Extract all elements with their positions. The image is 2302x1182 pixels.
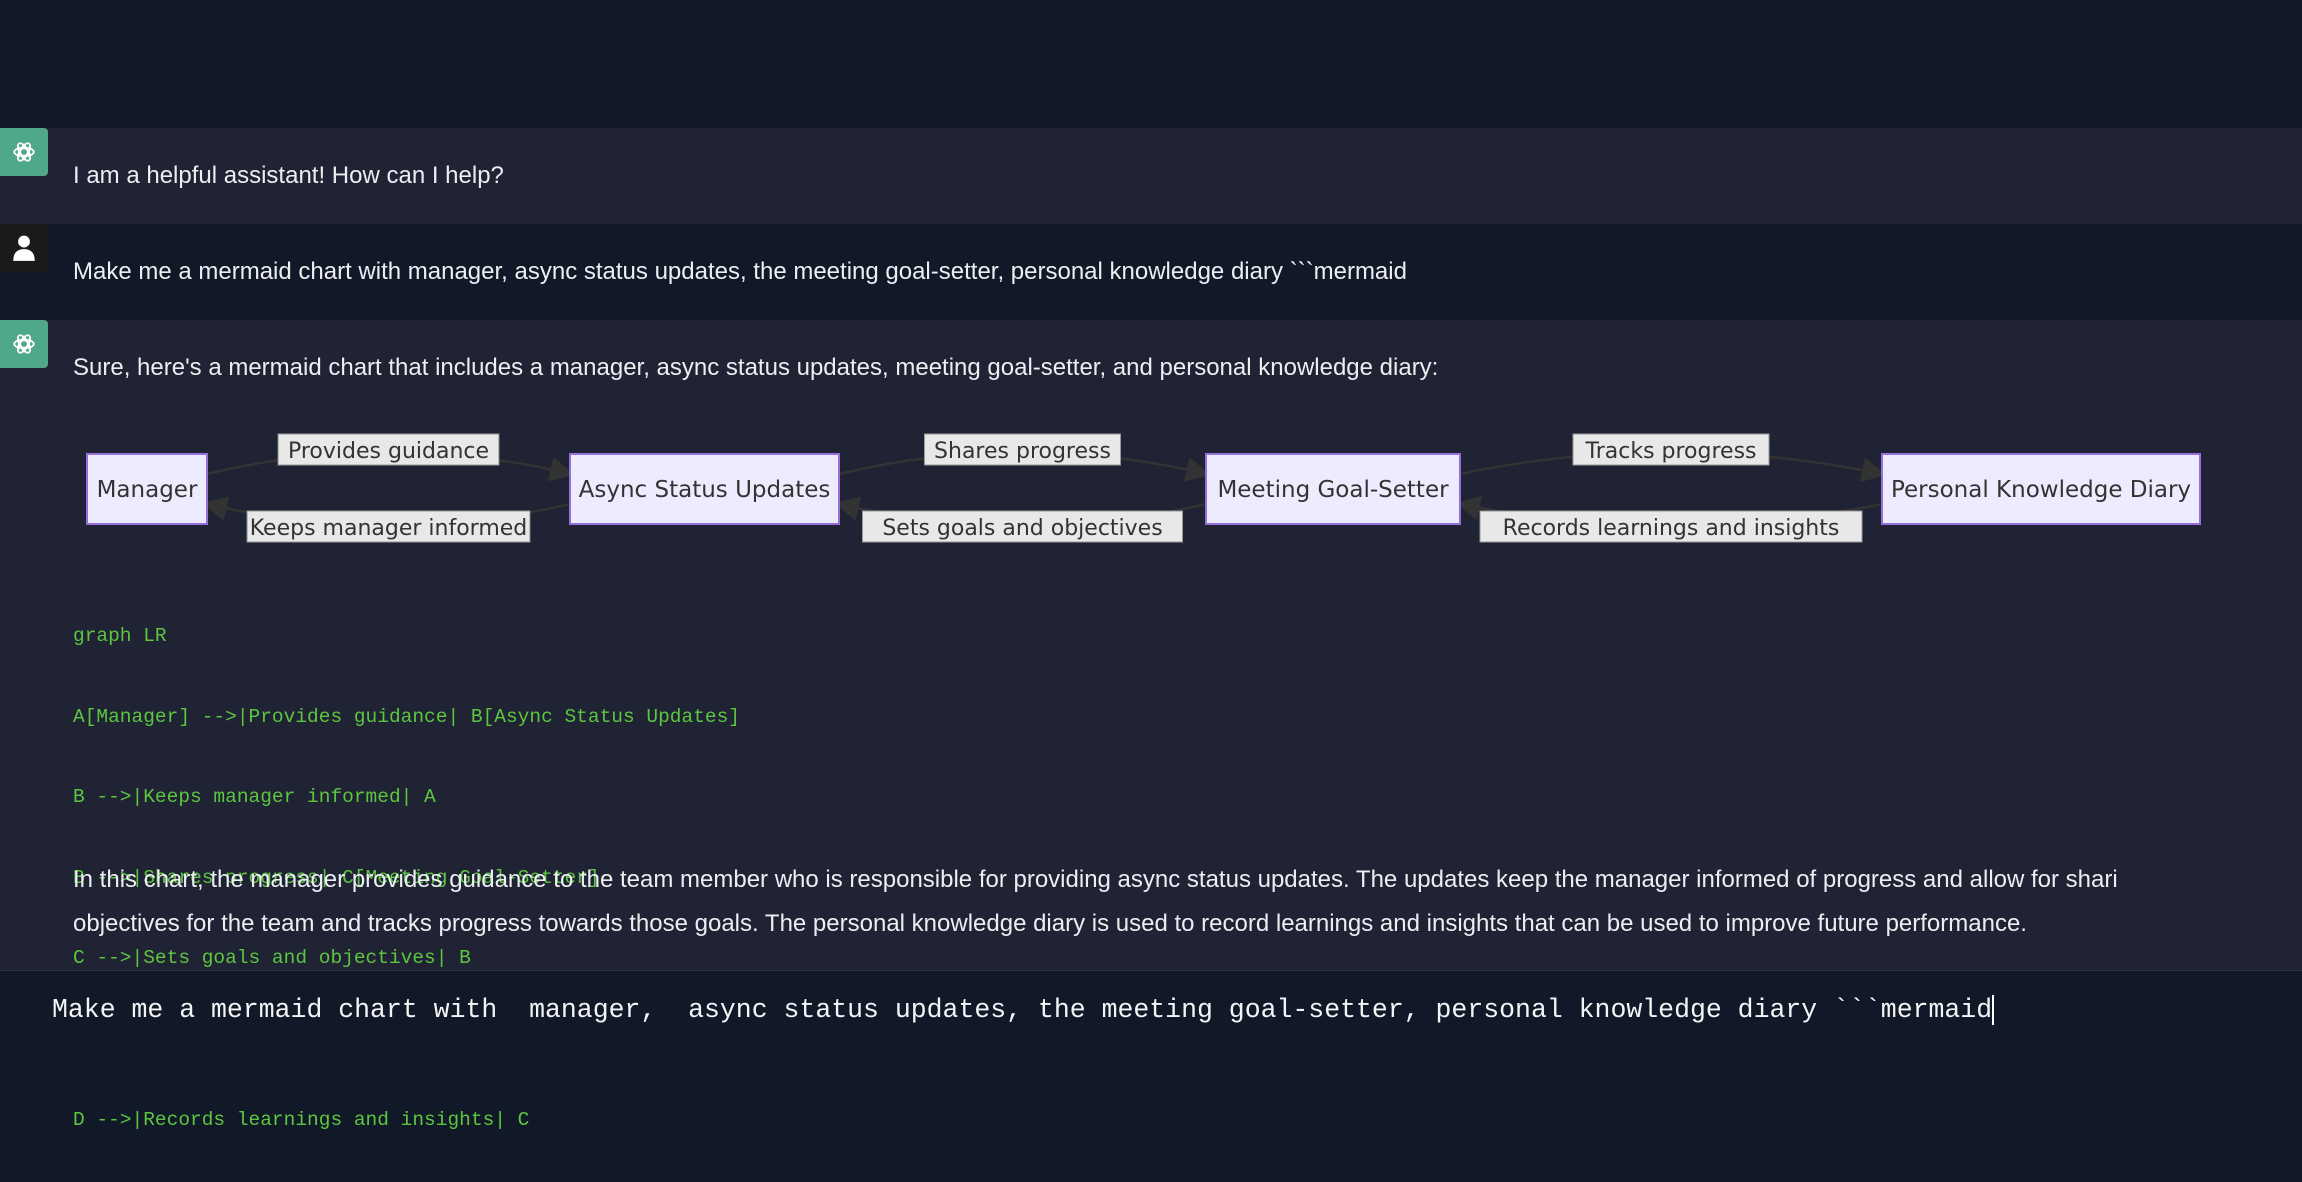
node-label: Async Status Updates bbox=[579, 477, 831, 503]
edge-label: Keeps manager informed bbox=[246, 510, 531, 543]
code-line: graph LR bbox=[73, 625, 167, 647]
edge-label-text: Provides guidance bbox=[288, 439, 489, 464]
code-line: A[Manager] -->|Provides guidance| B[Asyn… bbox=[73, 705, 741, 728]
explanation-line: objectives for the team and tracks progr… bbox=[73, 910, 2027, 937]
edge-label: Records learnings and insights bbox=[1479, 510, 1863, 543]
node-label: Personal Knowledge Diary bbox=[1891, 477, 2191, 503]
edge-label-text: Tracks progress bbox=[1585, 439, 1757, 464]
edge-label: Provides guidance bbox=[277, 433, 500, 466]
code-line: B -->|Keeps manager informed| A bbox=[73, 786, 436, 809]
edge-label-text: Sets goals and objectives bbox=[882, 516, 1162, 541]
flowchart-node: Manager bbox=[86, 453, 208, 525]
edge-label: Sets goals and objectives bbox=[862, 510, 1183, 543]
node-label: Manager bbox=[97, 477, 198, 503]
flowchart-node: Personal Knowledge Diary bbox=[1881, 453, 2201, 525]
flowchart-node: Meeting Goal-Setter bbox=[1205, 453, 1461, 525]
message-text: Make me a mermaid chart with manager, as… bbox=[73, 258, 1407, 285]
edge-label-text: Keeps manager informed bbox=[250, 516, 528, 541]
openai-logo-icon bbox=[0, 128, 48, 176]
edge-label: Shares progress bbox=[924, 433, 1121, 466]
mermaid-flowchart: Manager Async Status Updates Meeting Goal-… bbox=[86, 433, 2201, 543]
user-icon bbox=[0, 224, 48, 272]
explanation-line: In this chart, the manager provides guid… bbox=[73, 866, 2118, 893]
flowchart-node: Async Status Updates bbox=[569, 453, 840, 525]
user-message: Make me a mermaid chart with manager, as… bbox=[0, 224, 2302, 320]
explanation-paragraph: In this chart, the manager provides guid… bbox=[73, 858, 2118, 946]
text-caret bbox=[1992, 995, 1995, 1025]
message-text: I am a helpful assistant! How can I help… bbox=[73, 162, 504, 189]
edge-label-text: Shares progress bbox=[934, 439, 1111, 464]
edge-label: Tracks progress bbox=[1572, 433, 1770, 466]
edge-label-text: Records learnings and insights bbox=[1503, 516, 1840, 541]
assistant-message-2: Sure, here's a mermaid chart that includ… bbox=[0, 320, 2302, 1131]
chat-input[interactable]: Make me a mermaid chart with manager, as… bbox=[0, 970, 2302, 1051]
message-text: Sure, here's a mermaid chart that includ… bbox=[73, 354, 1439, 381]
chat-input-text[interactable]: Make me a mermaid chart with manager, as… bbox=[52, 995, 1995, 1025]
assistant-message-1: I am a helpful assistant! How can I help… bbox=[0, 128, 2302, 224]
openai-logo-icon bbox=[0, 320, 48, 368]
node-label: Meeting Goal-Setter bbox=[1217, 477, 1449, 503]
code-line: D -->|Records learnings and insights| C bbox=[73, 1108, 530, 1131]
